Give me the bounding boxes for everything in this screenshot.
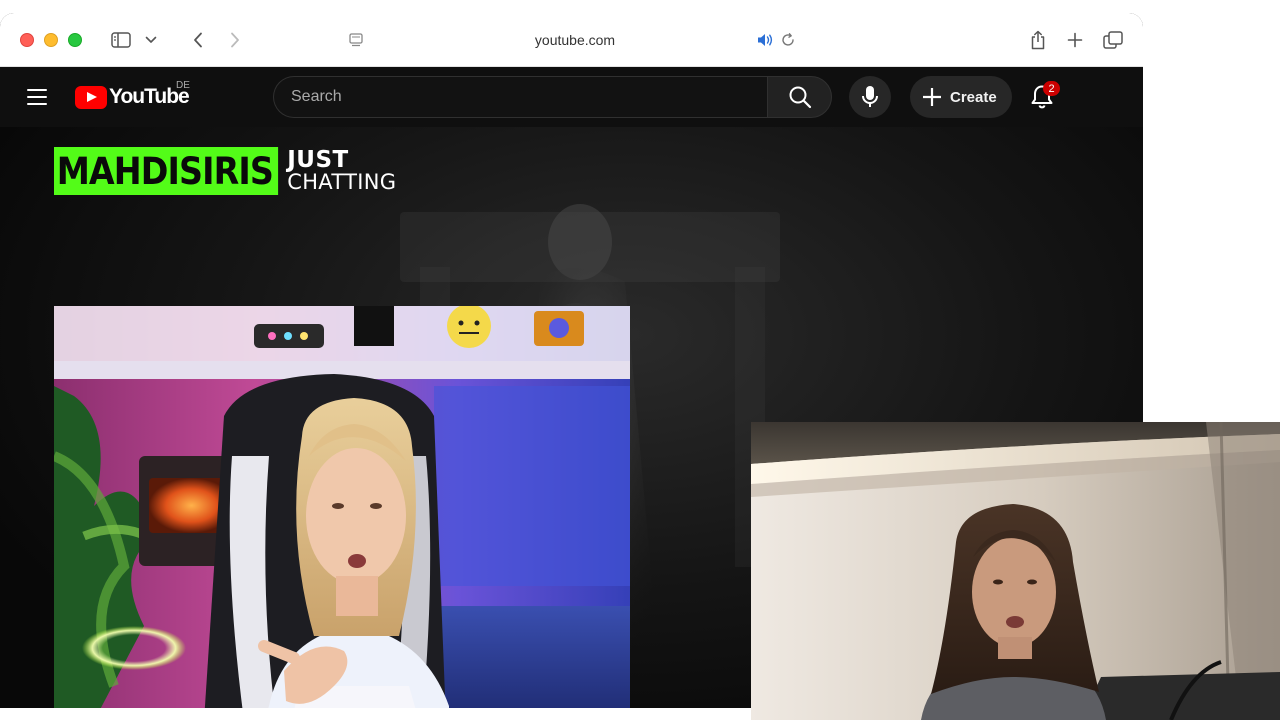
stream-category: JUST CHATTING: [287, 147, 397, 194]
sidebar-icon[interactable]: [108, 27, 134, 53]
tabs-icon[interactable]: [1100, 27, 1126, 53]
speaker-icon[interactable]: [756, 32, 774, 53]
youtube-header: YouTube DE Create 2: [0, 67, 1143, 127]
reload-icon[interactable]: [780, 32, 796, 53]
page-strip: [0, 708, 751, 720]
share-icon[interactable]: [1026, 27, 1050, 53]
stream-overlay-banner: MAHDISIRIS JUST CHATTING: [54, 147, 396, 195]
reaction-facecam: [751, 422, 1280, 720]
create-label: Create: [950, 88, 997, 106]
channel-name: MAHDISIRIS: [54, 147, 279, 195]
youtube-play-icon: [75, 85, 107, 109]
chevron-left-icon: [194, 32, 202, 48]
hamburger-menu-icon[interactable]: [22, 83, 52, 111]
region-code: DE: [176, 80, 190, 91]
forward-button[interactable]: [223, 27, 247, 53]
browser-toolbar: youtube.com: [0, 13, 1143, 67]
voice-search-button[interactable]: [849, 76, 891, 118]
zoom-window-button[interactable]: [68, 33, 82, 47]
streamer-webcam: DXRA: [54, 306, 630, 720]
chevron-down-icon[interactable]: [142, 27, 160, 53]
youtube-logo[interactable]: YouTube: [75, 85, 190, 109]
search-button[interactable]: [767, 76, 832, 118]
minimize-window-button[interactable]: [44, 33, 58, 47]
plus-icon: [923, 88, 941, 106]
search-input[interactable]: [274, 77, 767, 117]
create-button[interactable]: Create: [910, 76, 1012, 118]
screen: youtube.com YouTube DE Search Create 2 M…: [0, 0, 1280, 720]
category-line-2: CHATTING: [287, 170, 397, 194]
microphone-icon: [862, 86, 878, 107]
category-line-1: JUST: [287, 147, 349, 173]
close-window-button[interactable]: [20, 33, 34, 47]
tab-icon: [348, 32, 364, 53]
chevron-right-icon: [231, 32, 239, 48]
notification-badge: 2: [1043, 81, 1060, 96]
search-box: [273, 76, 767, 118]
search-icon: [789, 86, 811, 109]
plus-icon[interactable]: [1063, 27, 1087, 53]
url-text: youtube.com: [534, 32, 616, 48]
address-bar[interactable]: youtube.com: [340, 25, 810, 55]
back-button[interactable]: [186, 27, 210, 53]
